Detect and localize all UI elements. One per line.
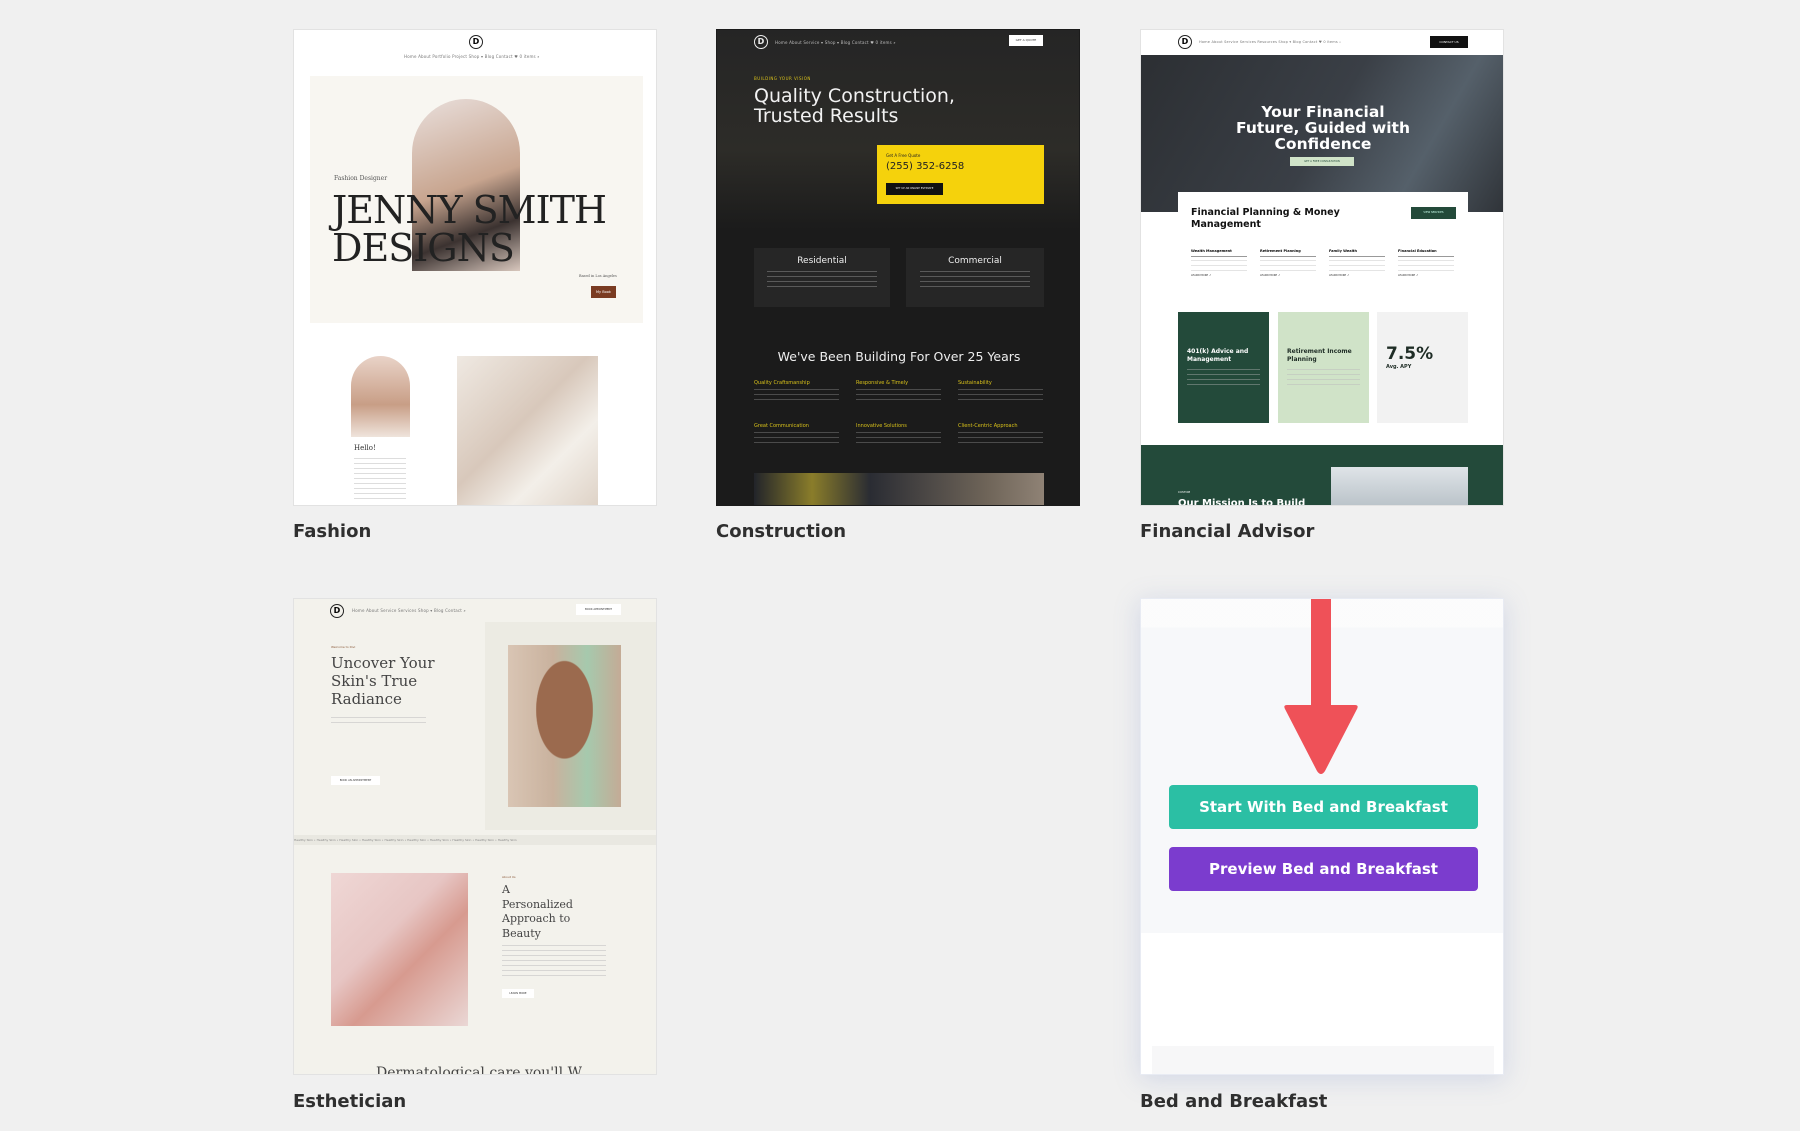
section-title: A Personalized Approach to Beauty xyxy=(502,883,573,940)
marquee: Healthy Skin • Healthy Skin • Healthy Sk… xyxy=(294,835,656,845)
template-label[interactable]: Fashion xyxy=(293,521,371,542)
nav-button: GET A QUOTE xyxy=(1009,35,1043,46)
quote-button: SET UP AN ONLINE ESTIMATE xyxy=(886,183,943,195)
panel-title: Financial Planning & Money Management xyxy=(1191,207,1340,230)
title-line2: DESIGNS xyxy=(332,226,515,270)
eyebrow: BUILDING YOUR VISION xyxy=(754,76,811,81)
title-line1: Quality Construction, xyxy=(754,85,955,107)
service-text xyxy=(767,271,877,291)
template-label[interactable]: Bed and Breakfast xyxy=(1140,1091,1327,1112)
box-401k: 401(k) Advice and Management xyxy=(1178,312,1269,423)
hello-heading: Hello! xyxy=(354,444,376,452)
mission-band: CUSTOM Our Mission Is to Build xyxy=(1141,445,1503,505)
location: Based in Los Angeles xyxy=(579,274,617,278)
logo-icon: D xyxy=(754,35,768,49)
thumb-nav: Home About Portfolio Project Shop ▾ Blog… xyxy=(404,54,540,59)
service-text xyxy=(920,271,1030,291)
template-card-esthetician[interactable]: D Home About Service Services Shop ▾ Blo… xyxy=(293,598,657,1075)
title-line2: Trusted Results xyxy=(754,105,899,127)
feature: Client-Centric Approach xyxy=(958,423,1060,446)
services-panel: Financial Planning & Money Management VI… xyxy=(1178,192,1468,300)
logo-icon: D xyxy=(469,35,483,49)
box-apy: 7.5% Avg. APY xyxy=(1377,312,1468,423)
rose-quartz-image xyxy=(331,873,468,1026)
feature: Quality Craftsmanship xyxy=(754,380,856,403)
eyebrow: Fashion Designer xyxy=(334,175,388,182)
template-label[interactable]: Construction xyxy=(716,521,846,542)
hello-text xyxy=(354,458,406,502)
feature: Great Communication xyxy=(754,423,856,446)
hero-text xyxy=(331,717,426,725)
panel-button: VIEW SERVICES xyxy=(1411,207,1456,219)
nav-button: BOOK APPOINTMENT xyxy=(576,604,621,615)
hero-title: Uncover Your Skin's True Radiance xyxy=(331,654,435,708)
thumb-nav: Home About Service Services Shop ▾ Blog … xyxy=(352,608,466,613)
box-retirement: Retirement Income Planning xyxy=(1278,312,1369,423)
section-title: We've Been Building For Over 25 Years xyxy=(777,349,1021,364)
hero-button: GET A FREE CONSULTATION xyxy=(1290,157,1354,166)
start-with-template-button[interactable]: Start With Bed and Breakfast xyxy=(1169,785,1478,829)
quote-box: Get A Free Quote (255) 352-6258 SET UP A… xyxy=(877,145,1044,204)
template-card-financial-advisor[interactable]: D Home About Service Services Resources … xyxy=(1140,29,1504,506)
service-residential: Residential xyxy=(754,248,890,307)
phone: (255) 352-6258 xyxy=(886,161,965,172)
section-text xyxy=(502,945,606,979)
arrow-down-icon xyxy=(1284,599,1358,774)
logo-icon: D xyxy=(330,604,344,618)
bottom-heading: Dermatological care you'll W xyxy=(376,1065,582,1075)
service-title: Residential xyxy=(797,256,847,266)
bottom-image xyxy=(754,473,1044,505)
appointment-button: BOOK AN APPOINTMENT xyxy=(331,776,380,785)
feature: Sustainability xyxy=(958,380,1060,403)
portrait-image xyxy=(351,356,410,437)
template-card-construction[interactable]: D Home About Service ▾ Shop ▾ Blog Conta… xyxy=(716,29,1080,506)
service-title: Commercial xyxy=(948,256,1002,266)
feature: Innovative Solutions xyxy=(856,423,958,446)
panel-columns: Wealth Management LEARN MORE ↗ Retirement… xyxy=(1191,249,1454,277)
feature: Responsive & Timely xyxy=(856,380,958,403)
mission-image xyxy=(1331,467,1468,505)
logo-icon: D xyxy=(1178,35,1192,49)
eyebrow2: About Us xyxy=(502,875,516,879)
thumb-nav: Home About Service ▾ Shop ▾ Blog Contact… xyxy=(775,40,896,45)
book-button: My Book xyxy=(591,286,616,298)
thumb-nav: Home About Service Services Resources Sh… xyxy=(1199,40,1342,44)
template-card-bed-and-breakfast[interactable]: Start With Bed and Breakfast Preview Bed… xyxy=(1140,598,1504,1075)
eyebrow: Welcome to Divi xyxy=(331,645,356,649)
features-grid: Quality Craftsmanship Responsive & Timel… xyxy=(754,380,1054,446)
hero-title: Your Financial Future, Guided with Confi… xyxy=(1236,103,1410,153)
template-label[interactable]: Financial Advisor xyxy=(1140,521,1314,542)
hands-image xyxy=(457,356,598,505)
template-card-fashion[interactable]: D Home About Portfolio Project Shop ▾ Bl… xyxy=(293,29,657,506)
faded-footer xyxy=(1152,1046,1494,1074)
quote-label: Get A Free Quote xyxy=(886,153,921,158)
learn-more-button: LEARN MORE xyxy=(502,989,534,998)
service-commercial: Commercial xyxy=(906,248,1044,307)
nav-button: CONTACT US xyxy=(1430,36,1468,48)
template-label[interactable]: Esthetician xyxy=(293,1091,406,1112)
face-image xyxy=(508,645,621,807)
preview-template-button[interactable]: Preview Bed and Breakfast xyxy=(1169,847,1478,891)
